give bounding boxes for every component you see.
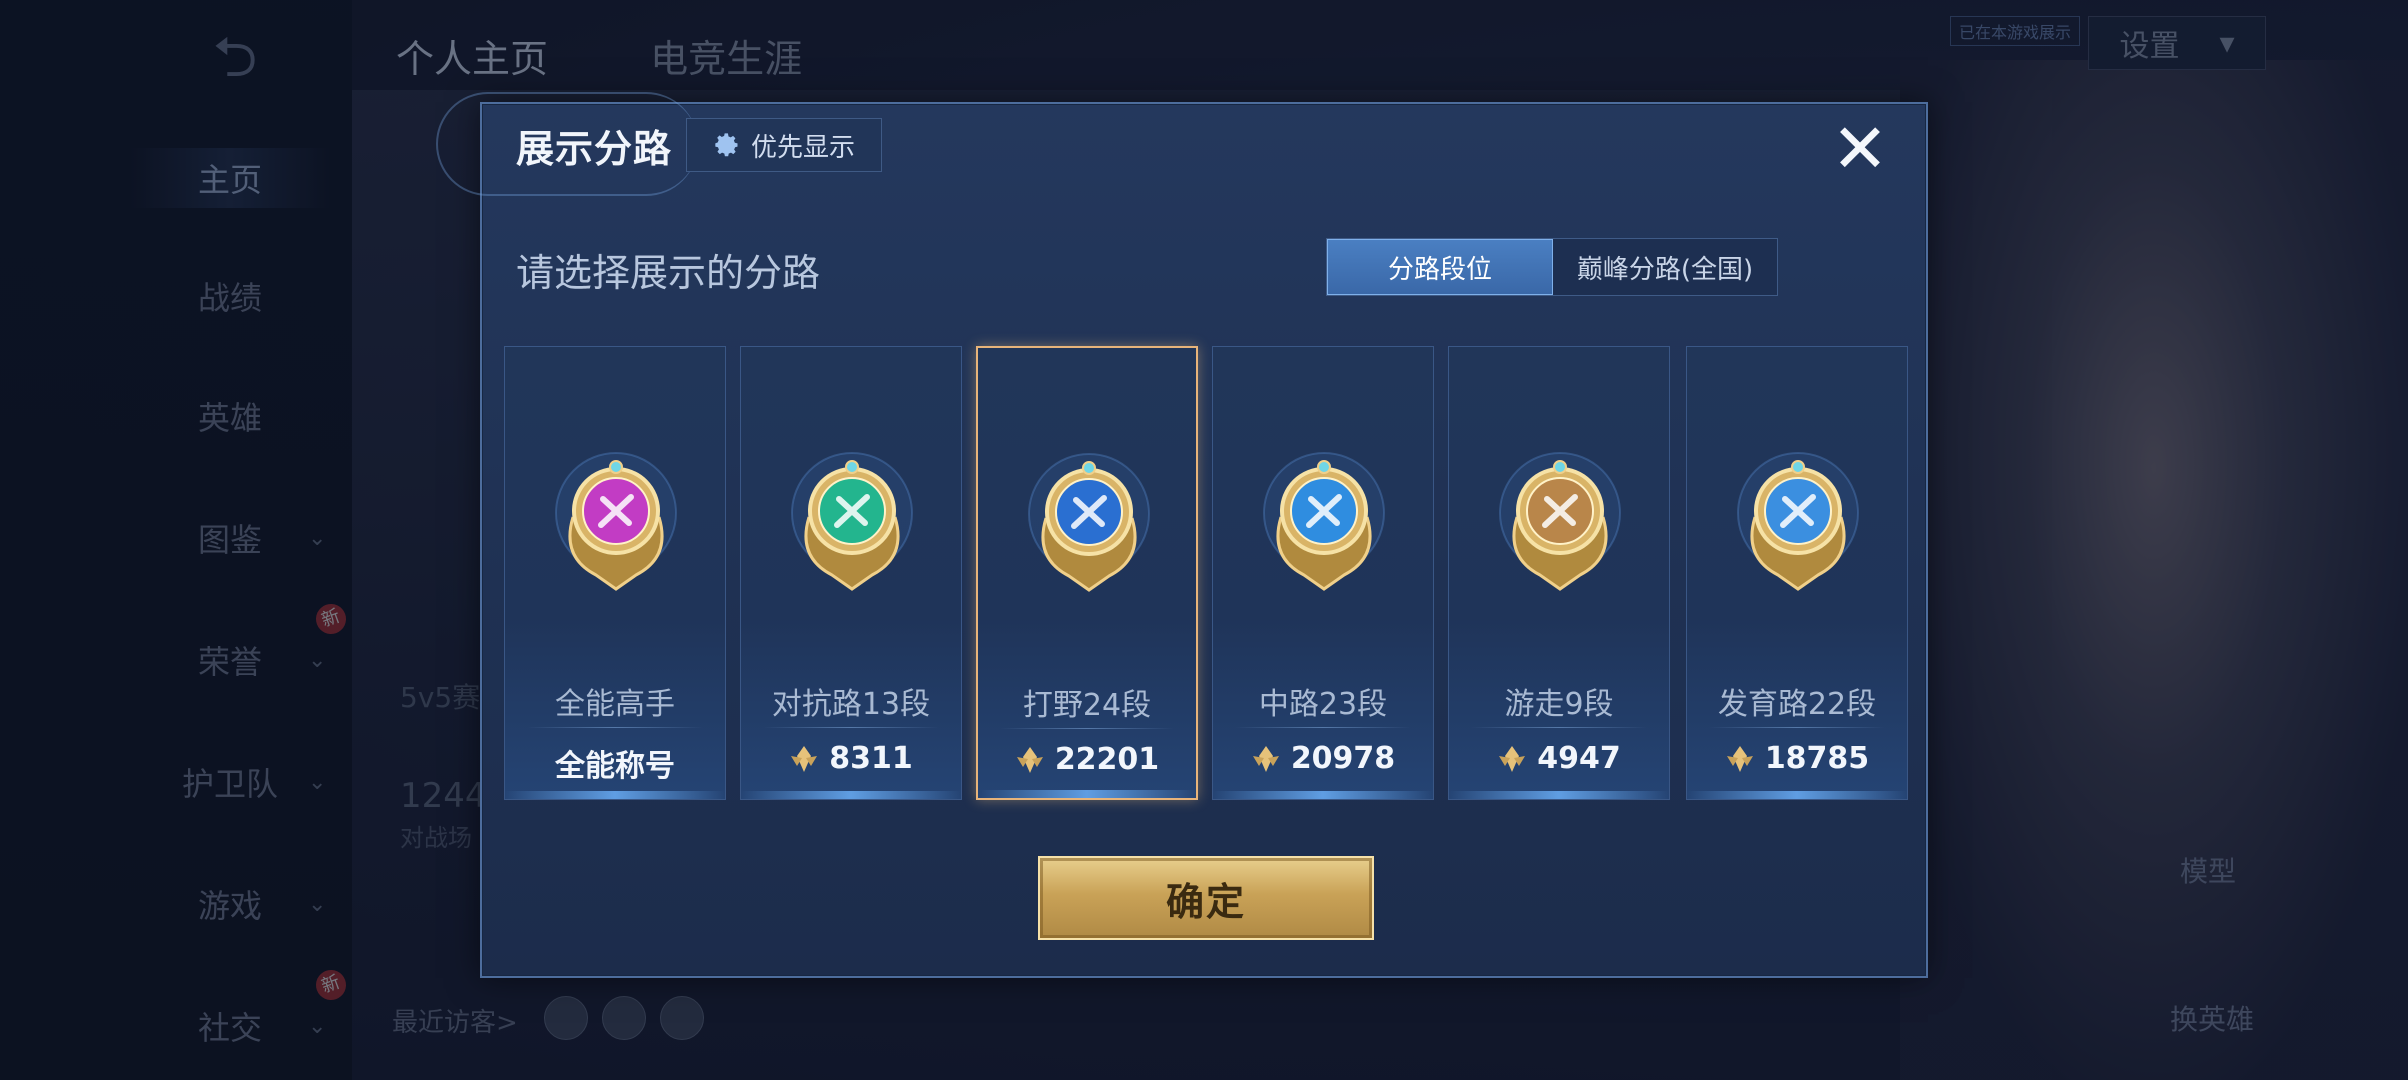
lane-value-row: 8311 xyxy=(741,741,961,776)
points-icon xyxy=(1252,745,1279,772)
dialog-subtitle: 请选择展示的分路 xyxy=(516,251,821,295)
lane-name: 对抗路13段 xyxy=(771,687,931,722)
lane-rank-badge-icon xyxy=(1263,452,1385,591)
lane-name: 发育路22段 xyxy=(1717,687,1877,722)
tab-lane-rank[interactable]: 分路段位 xyxy=(1327,239,1553,295)
lane-score: 全能称号 xyxy=(555,749,675,784)
lane-value-row: 18785 xyxy=(1687,741,1907,776)
gear-icon xyxy=(715,133,738,157)
lane-card[interactable]: 打野24段 22201 xyxy=(976,346,1198,800)
lane-score: 20978 xyxy=(1290,741,1396,776)
lane-value-row: 20978 xyxy=(1213,741,1433,776)
dialog-title: 展示分路 xyxy=(516,127,673,171)
lane-card[interactable]: 中路23段 20978 xyxy=(1212,346,1434,800)
lane-card[interactable]: 对抗路13段 8311 xyxy=(740,346,962,800)
divider xyxy=(1235,727,1411,728)
divider xyxy=(1709,727,1885,728)
lane-score: 22201 xyxy=(1054,742,1160,777)
priority-label: 优先显示 xyxy=(750,132,855,163)
close-icon[interactable]: ✕ xyxy=(1824,114,1896,186)
points-icon xyxy=(791,745,818,772)
divider xyxy=(527,727,703,728)
confirm-button[interactable]: 确定 xyxy=(1038,856,1374,940)
lane-card[interactable]: 游走9段 4947 xyxy=(1448,346,1670,800)
lane-rank-badge-icon xyxy=(555,452,677,591)
lane-name: 中路23段 xyxy=(1258,687,1388,722)
points-icon xyxy=(1499,745,1526,772)
lane-name: 游走9段 xyxy=(1504,687,1614,722)
priority-display-button[interactable]: 优先显示 xyxy=(686,118,882,172)
lane-card-list: 全能高手 全能称号 对抗路13段 8311 打野24段 22201 中路23段 20978 游走… xyxy=(504,346,1908,800)
lane-value-row: 全能称号 xyxy=(505,741,725,785)
lane-display-dialog: 展示分路 优先显示 ✕ 请选择展示的分路 分路段位 巅峰分路(全国) 全能高手全… xyxy=(436,92,1928,978)
lane-rank-badge-icon xyxy=(1028,453,1150,592)
lane-name: 打野24段 xyxy=(1022,688,1152,723)
lane-value-row: 22201 xyxy=(978,742,1196,777)
points-icon xyxy=(1016,746,1043,773)
lane-card[interactable]: 发育路22段 18785 xyxy=(1686,346,1908,800)
lane-rank-badge-icon xyxy=(1737,452,1859,591)
lane-name: 全能高手 xyxy=(555,687,675,722)
points-icon xyxy=(1726,745,1753,772)
lane-score: 8311 xyxy=(829,741,913,776)
lane-mode-switch: 分路段位 巅峰分路(全国) xyxy=(1326,238,1778,296)
divider xyxy=(1000,728,1174,729)
divider xyxy=(763,727,939,728)
lane-card[interactable]: 全能高手 全能称号 xyxy=(504,346,726,800)
tab-peak-lane[interactable]: 巅峰分路(全国) xyxy=(1553,239,1777,295)
lane-rank-badge-icon xyxy=(1499,452,1621,591)
divider xyxy=(1471,727,1647,728)
lane-score: 18785 xyxy=(1764,741,1870,776)
lane-value-row: 4947 xyxy=(1449,741,1669,776)
lane-rank-badge-icon xyxy=(791,452,913,591)
lane-score: 4947 xyxy=(1537,741,1621,776)
